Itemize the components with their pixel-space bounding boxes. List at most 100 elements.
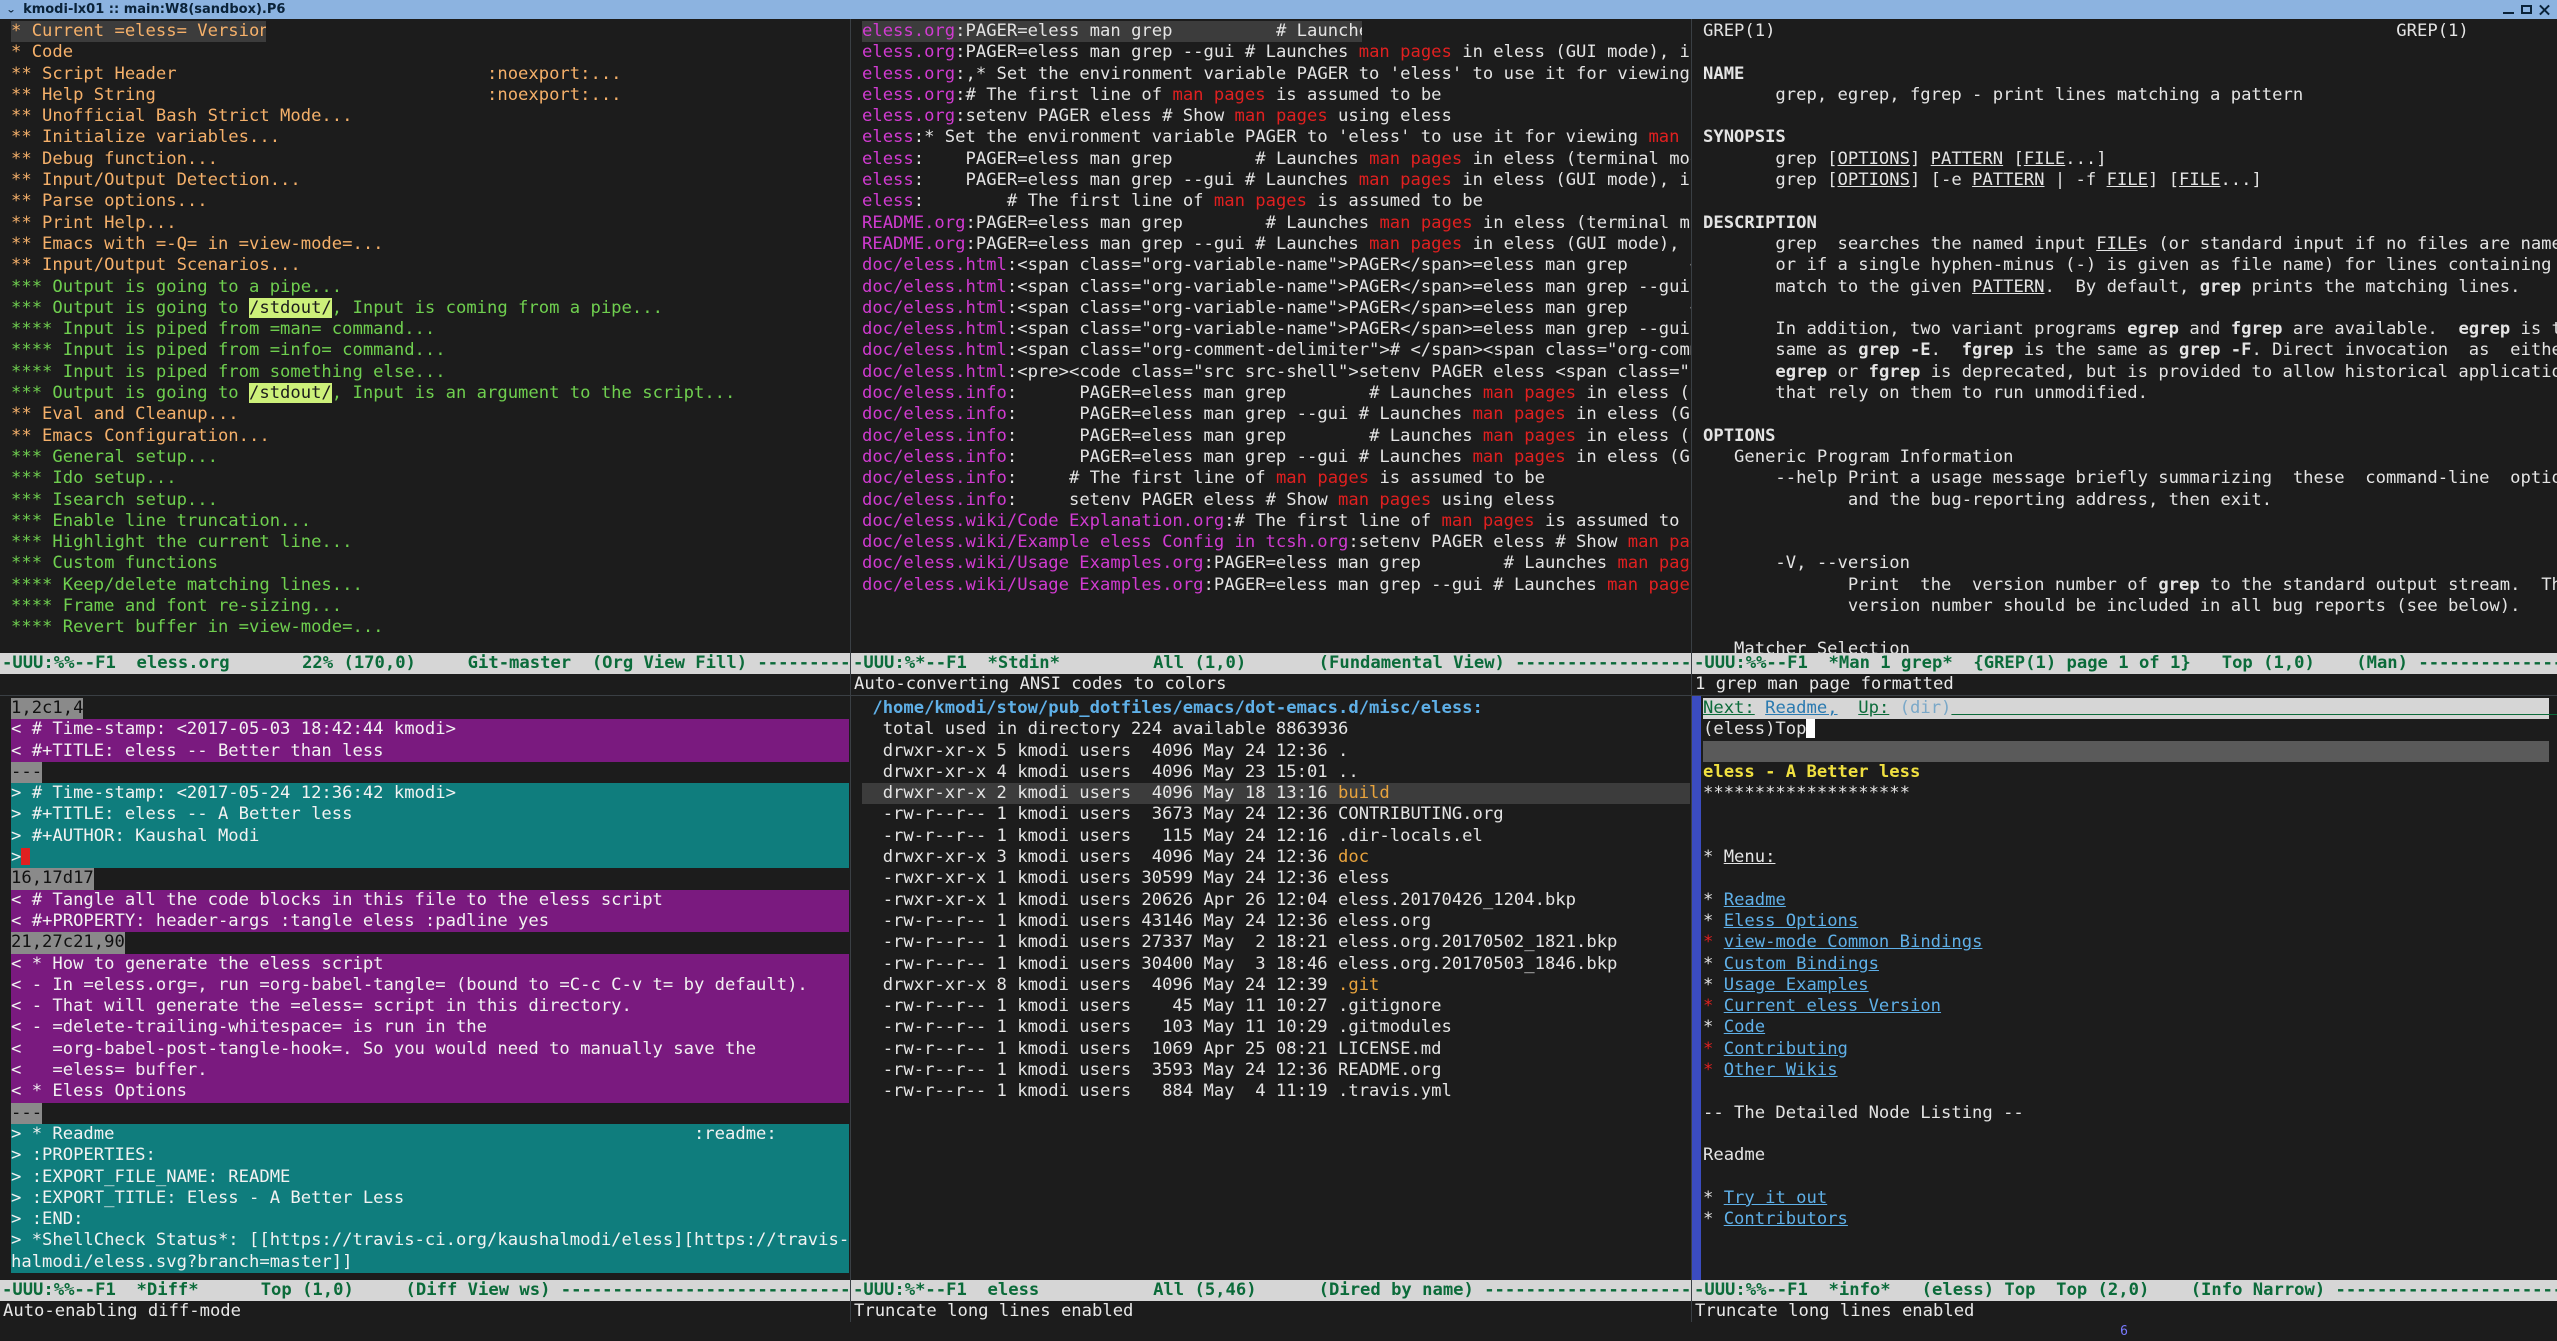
man-section-heading: DESCRIPTION	[1703, 212, 1817, 233]
grep-result-line[interactable]: doc/eless.html:<span class="org-comment-…	[862, 340, 1691, 361]
grep-result-line[interactable]: eless.org:PAGER=eless man grep # Launche…	[862, 21, 1362, 43]
man-line: -V, --version	[1703, 553, 1910, 574]
grep-result-line[interactable]: doc/eless.wiki/Example eless Config in t…	[862, 532, 1691, 553]
modeline-diff[interactable]: -UUU:%%--F1 *Diff* Top (1,0) (Diff View …	[0, 1280, 850, 1301]
info-menu-item[interactable]: * Code	[1703, 1017, 2557, 1038]
window-info[interactable]: Next: Readme, Up: (dir) (eless)Top eless …	[1692, 696, 2557, 1322]
info-menu-item[interactable]: * Contributing	[1703, 1039, 2557, 1060]
org-heading-line: *** Enable line truncation...	[11, 510, 312, 531]
dired-file-row[interactable]: -rwxr-xr-x 1 kmodi users 30599 May 24 12…	[862, 868, 1691, 889]
grep-result-line[interactable]: doc/eless.info: setenv PAGER eless # Sho…	[862, 490, 1691, 511]
grep-result-line[interactable]: doc/eless.html:<span class="org-variable…	[862, 319, 1691, 340]
grep-result-line[interactable]: README.org:PAGER=eless man grep --gui # …	[862, 234, 1691, 255]
grep-result-line[interactable]: doc/eless.wiki/Usage Examples.org:PAGER=…	[862, 575, 1691, 596]
dired-file-row[interactable]: -rw-r--r-- 1 kmodi users 27337 May 2 18:…	[862, 932, 1691, 953]
buffer-dired[interactable]: /home/kmodi/stow/pub_dotfiles/emacs/dot-…	[851, 696, 1691, 1280]
org-heading-line: ** Script Header :noexport:...	[11, 63, 622, 84]
org-heading-line: ** Print Help...	[11, 212, 177, 233]
window-dired[interactable]: /home/kmodi/stow/pub_dotfiles/emacs/dot-…	[851, 696, 1691, 1322]
dired-file-row[interactable]: -rw-r--r-- 1 kmodi users 3673 May 24 12:…	[862, 804, 1691, 825]
minimize-icon[interactable]	[2502, 4, 2515, 15]
modeline-man[interactable]: -UUU:%%--F1 *Man 1 grep* {GREP(1) page 1…	[1692, 653, 2557, 675]
window-diff[interactable]: 1,2c1,4 < # Time-stamp: <2017-05-03 18:42…	[0, 696, 850, 1322]
grep-result-line[interactable]: doc/eless.info: PAGER=eless man grep # L…	[862, 426, 1691, 447]
bottom-mid	[850, 1322, 1691, 1341]
dired-file-row[interactable]: -rw-r--r-- 1 kmodi users 30400 May 3 18:…	[862, 954, 1691, 975]
dired-file-row[interactable]: -rw-r--r-- 1 kmodi users 884 May 4 11:19…	[862, 1081, 1691, 1102]
buffer-diff[interactable]: 1,2c1,4 < # Time-stamp: <2017-05-03 18:42…	[0, 696, 850, 1280]
dired-file-row[interactable]: -rw-r--r-- 1 kmodi users 103 May 11 10:2…	[862, 1017, 1691, 1038]
grep-result-line[interactable]: doc/eless.info: PAGER=eless man grep --g…	[862, 404, 1691, 425]
grep-result-line[interactable]: eless: PAGER=eless man grep --gui # Laun…	[862, 170, 1691, 191]
org-heading-line: *** Highlight the current line...	[11, 532, 353, 553]
modeline-dired[interactable]: -UUU:%*--F1 eless All (5,46) (Dired by n…	[851, 1280, 1691, 1301]
dired-file-row[interactable]: -rw-r--r-- 1 kmodi users 115 May 24 12:1…	[862, 826, 1691, 847]
dired-file-row[interactable]: drwxr-xr-x 8 kmodi users 4096 May 24 12:…	[862, 975, 1691, 996]
dired-file-row[interactable]: drwxr-xr-x 5 kmodi users 4096 May 24 12:…	[862, 741, 1691, 762]
info-menu-item[interactable]: * Custom Bindings	[1703, 954, 2557, 975]
grep-result-line[interactable]: eless.org:setenv PAGER eless # Show man …	[862, 106, 1691, 127]
window-org-eless[interactable]: * Current =eless= Version... :wiki:...* …	[0, 19, 850, 695]
buffer-stdin[interactable]: eless.org:PAGER=eless man grep # Launch e…	[851, 19, 1691, 653]
maximize-icon[interactable]	[2520, 4, 2533, 15]
grep-result-line[interactable]: doc/eless.html:<span class="org-variable…	[862, 277, 1691, 298]
buffer-eless-org[interactable]: * Current =eless= Version... :wiki:...* …	[0, 19, 850, 653]
dired-file-row[interactable]: drwxr-xr-x 3 kmodi users 4096 May 24 12:…	[862, 847, 1691, 868]
grep-result-line[interactable]: doc/eless.html:<span class="org-variable…	[862, 298, 1691, 319]
close-icon[interactable]	[2538, 4, 2551, 16]
info-menu-item[interactable]: * view-mode Common Bindings	[1703, 932, 2557, 953]
dired-file-row[interactable]: -rw-r--r-- 1 kmodi users 3593 May 24 12:…	[862, 1060, 1691, 1081]
grep-result-line[interactable]: eless.org:# The first line of man pages …	[862, 85, 1691, 106]
info-header-line[interactable]: Next: Readme, Up: (dir)	[1703, 698, 2557, 720]
buffer-info[interactable]: Next: Readme, Up: (dir) (eless)Top eless …	[1692, 696, 2557, 1280]
dired-file-row[interactable]: drwxr-xr-x 2 kmodi users 4096 May 18 13:…	[862, 783, 1690, 805]
grep-result-line[interactable]: eless.org:PAGER=eless man grep --gui # L…	[862, 42, 1691, 63]
man-line	[1703, 191, 2557, 212]
diff-line: < # Time-stamp: <2017-05-03 18:42:44 kmo…	[11, 719, 850, 741]
grep-result-line[interactable]: eless: # The first line of man pages is …	[862, 191, 1691, 212]
man-line: same as grep -E. fgrep is the same as gr…	[1703, 340, 2557, 361]
dired-file-row[interactable]: -rw-r--r-- 1 kmodi users 45 May 11 10:27…	[862, 996, 1691, 1017]
info-menu-item[interactable]: * Current eless Version	[1703, 996, 2557, 1017]
window-man-grep[interactable]: GREP(1) GREP(1) NAME grep, egrep, fgrep …	[1692, 19, 2557, 695]
modeline-info[interactable]: -UUU:%%--F1 *info* (eless) Top Top (2,0)…	[1692, 1280, 2557, 1301]
info-menu-item[interactable]: * Try it out	[1703, 1188, 2557, 1209]
grep-result-line[interactable]: doc/eless.wiki/Usage Examples.org:PAGER=…	[862, 553, 1691, 574]
grep-result-line[interactable]: doc/eless.info: PAGER=eless man grep # L…	[862, 383, 1691, 404]
chevron-down-icon[interactable]: ⌄	[6, 2, 16, 17]
org-heading-line: *** Output is going to /stdout/, Input i…	[11, 383, 736, 404]
org-heading-line: ** Help String :noexport:...	[11, 84, 622, 105]
dired-file-row[interactable]: drwxr-xr-x 4 kmodi users 4096 May 23 15:…	[862, 762, 1691, 783]
grep-result-line[interactable]: doc/eless.info: # The first line of man …	[862, 468, 1691, 489]
info-menu-item[interactable]: * Eless Options	[1703, 911, 2557, 932]
diff-line: < * Eless Options	[11, 1081, 850, 1103]
info-node-lines: Next: Readme, Up: (dir) (eless)Top eless …	[1692, 698, 2557, 1230]
grep-result-line[interactable]: eless:* Set the environment variable PAG…	[862, 127, 1691, 148]
diff-line: 1,2c1,4	[11, 698, 84, 720]
info-menu-item[interactable]: * Other Wikis	[1703, 1060, 2557, 1081]
man-section-heading: OPTIONS	[1703, 425, 1776, 446]
dired-file-row[interactable]: -rw-r--r-- 1 kmodi users 1069 Apr 25 08:…	[862, 1039, 1691, 1060]
modeline-stdin[interactable]: -UUU:%*--F1 *Stdin* All (1,0) (Fundament…	[851, 653, 1691, 674]
grep-result-line[interactable]: doc/eless.html:<pre><code class="src src…	[862, 362, 1691, 383]
buffer-man-grep[interactable]: GREP(1) GREP(1) NAME grep, egrep, fgrep …	[1692, 19, 2557, 654]
man-line: grep [OPTIONS] PATTERN [FILE...]	[1703, 148, 2107, 169]
grep-result-line[interactable]: eless.org:,* Set the environment variabl…	[862, 64, 1691, 85]
grep-result-line[interactable]: doc/eless.info: PAGER=eless man grep --g…	[862, 447, 1691, 468]
modeline-org[interactable]: -UUU:%%--F1 eless.org 22% (170,0) Git-ma…	[0, 653, 850, 674]
grep-result-line[interactable]: eless: PAGER=eless man grep # Launches m…	[862, 149, 1691, 170]
diff-line: > :PROPERTIES:	[11, 1145, 850, 1167]
info-menu-item[interactable]: * Usage Examples	[1703, 975, 2557, 996]
window-stdin-grep[interactable]: eless.org:PAGER=eless man grep # Launch e…	[851, 19, 1691, 695]
dired-file-row[interactable]: -rwxr-xr-x 1 kmodi users 20626 Apr 26 12…	[862, 890, 1691, 911]
info-menu-item[interactable]: * Readme	[1703, 890, 2557, 911]
org-heading-line: *** General setup...	[11, 446, 218, 467]
dired-file-row[interactable]: -rw-r--r-- 1 kmodi users 43146 May 24 12…	[862, 911, 1691, 932]
grep-result-line[interactable]: doc/eless.wiki/Code Explanation.org:# Th…	[862, 511, 1691, 532]
grep-result-line[interactable]: doc/eless.html:<span class="org-variable…	[862, 255, 1691, 276]
diff-line: < - That will generate the =eless= scrip…	[11, 996, 850, 1018]
info-title: eless - A Better less	[1703, 761, 1921, 782]
org-heading-line: ** Emacs Configuration...	[11, 425, 270, 446]
info-menu-item[interactable]: * Contributors	[1703, 1209, 2557, 1230]
grep-result-line[interactable]: README.org:PAGER=eless man grep # Launch…	[862, 213, 1691, 234]
